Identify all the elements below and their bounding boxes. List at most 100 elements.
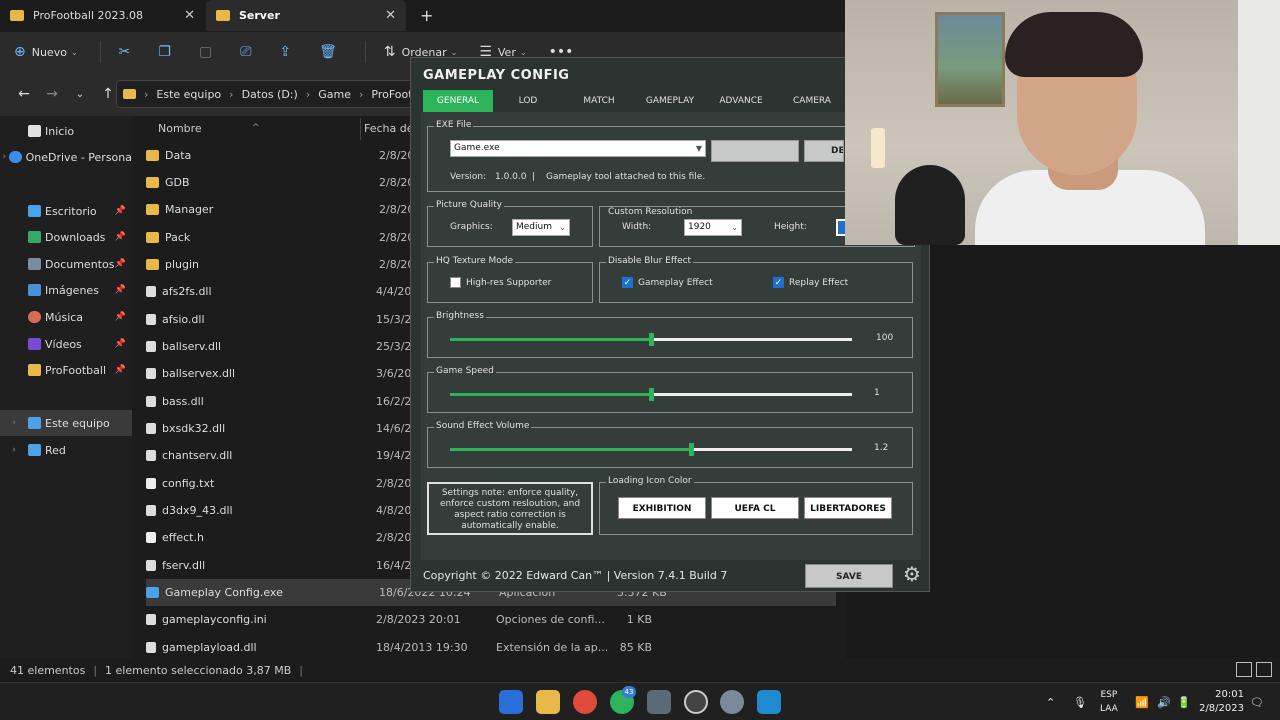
tab-general[interactable]: GENERAL (423, 90, 493, 112)
slider-thumb[interactable] (689, 443, 695, 456)
breadcrumb-item[interactable]: Game (318, 88, 351, 101)
sidebar-item-inicio[interactable]: Inicio (0, 118, 132, 144)
notification-icon[interactable]: 🗨 (1250, 683, 1264, 720)
file-name: Data (165, 149, 192, 162)
trash-icon: 🗑 (319, 44, 337, 60)
breadcrumb-item[interactable]: Este equipo (156, 88, 221, 101)
tiles-view-icon[interactable] (1256, 662, 1272, 677)
width-select[interactable]: 1920 ⌄ (684, 219, 742, 236)
gameplay-effect-checkbox[interactable]: ✓ (622, 277, 633, 288)
chrome-icon[interactable] (573, 690, 597, 714)
close-icon[interactable]: ✕ (184, 8, 195, 23)
breadcrumb-item[interactable]: Datos (D:) (242, 88, 298, 101)
sound-volume-slider[interactable] (450, 443, 852, 456)
new-button[interactable]: ⊕ Nuevo ⌄ (14, 44, 78, 60)
wifi-icon[interactable]: 📶 (1135, 683, 1149, 720)
expand-chevron-icon[interactable]: › (0, 152, 9, 162)
exhibition-button[interactable]: EXHIBITION (618, 497, 706, 519)
obs-icon[interactable] (684, 690, 708, 714)
gameplay-config-icon[interactable] (757, 690, 781, 714)
sidebar-item-musica[interactable]: Música 📌 (0, 304, 132, 330)
version-label: Version: (450, 172, 487, 182)
details-view-icon[interactable] (1236, 662, 1252, 677)
copy-button[interactable]: ❐ (158, 44, 177, 60)
rename-button[interactable]: ⎚ (240, 44, 257, 60)
download-icon (28, 231, 41, 243)
settings-icon[interactable] (720, 690, 744, 714)
table-row[interactable]: gameplayconfig.ini 2/8/2023 20:01 Opciones… (146, 606, 836, 633)
game-speed-slider[interactable] (450, 388, 852, 401)
table-row[interactable]: gameplayload.dll 18/4/2013 19:30 Extensión… (146, 634, 836, 661)
tab-profootball[interactable]: ProFootball 2023.08 ✕ (0, 0, 205, 31)
sidebar-item-imagenes[interactable]: Imágenes 📌 (0, 277, 132, 303)
exe-file-select[interactable]: Game.exe ▼ (450, 140, 706, 157)
tab-lod[interactable]: LOD (493, 90, 563, 112)
chevron-down-icon: ⌄ (70, 47, 78, 57)
group-title: HQ Texture Mode (434, 256, 516, 266)
tab-server[interactable]: Server ✕ (206, 0, 406, 31)
forward-arrow-icon[interactable]: → (38, 86, 66, 102)
sidebar-item-escritorio[interactable]: Escritorio 📌 (0, 198, 132, 224)
slider-thumb[interactable] (649, 388, 654, 401)
sidebar-item-downloads[interactable]: Downloads 📌 (0, 224, 132, 250)
tab-camera[interactable]: CAMERA (777, 90, 847, 112)
uefa-cl-button[interactable]: UEFA CL (711, 497, 799, 519)
breadcrumb[interactable]: › Este equipo › Datos (D:) › Game › ProF… (116, 80, 416, 108)
file-name: ballserv.dll (162, 340, 222, 353)
clock-time: 20:01 (1215, 689, 1244, 700)
replay-effect-checkbox[interactable]: ✓ (773, 277, 784, 288)
close-icon[interactable]: ✕ (385, 8, 396, 23)
pin-icon[interactable]: 📌 (115, 365, 126, 375)
app-icon[interactable] (647, 690, 671, 714)
delete-button[interactable]: 🗑 (319, 44, 343, 60)
sidebar-item-red[interactable]: › Red (0, 437, 132, 463)
column-header-name[interactable]: Nombre (158, 116, 202, 140)
libertadores-button[interactable]: LIBERTADORES (804, 497, 892, 519)
volume-icon[interactable]: 🔊 (1157, 683, 1171, 720)
paste-button[interactable]: ▢ (199, 44, 218, 60)
sidebar-item-profootball[interactable]: ProFootball 📌 (0, 357, 132, 383)
battery-icon[interactable]: 🔋 (1177, 683, 1191, 720)
chevron-up-icon[interactable]: ⌃ (1046, 683, 1055, 720)
dll-file-icon (146, 450, 156, 461)
sidebar-item-este-equipo[interactable]: › Este equipo (0, 410, 132, 436)
dll-file-icon (146, 505, 156, 516)
tab-advance[interactable]: ADVANCE (706, 90, 776, 112)
clock[interactable]: 20:01 2/8/2023 (1199, 688, 1244, 716)
microphone-icon[interactable]: 🎙 (1073, 683, 1087, 720)
pin-icon[interactable]: 📌 (115, 259, 126, 269)
back-arrow-icon[interactable]: ← (10, 86, 38, 102)
start-icon[interactable] (499, 690, 523, 714)
brightness-slider[interactable] (450, 333, 852, 346)
status-divider: | (299, 663, 303, 677)
save-button[interactable]: SAVE (805, 564, 893, 588)
tab-gameplay[interactable]: GAMEPLAY (635, 90, 705, 112)
sidebar-item-documentos[interactable]: Documentos 📌 (0, 251, 132, 277)
slider-thumb[interactable] (649, 333, 654, 346)
high-res-checkbox[interactable] (450, 277, 461, 288)
language-indicator[interactable]: ESP LAA (1100, 688, 1118, 716)
recent-chevron-icon[interactable]: ⌄ (66, 89, 94, 100)
cut-button[interactable]: ✂ (119, 44, 137, 60)
sort-icon: ⇅ (383, 44, 396, 60)
column-divider[interactable] (360, 118, 361, 140)
file-name: afsio.dll (162, 313, 205, 326)
sidebar-item-videos[interactable]: Vídeos 📌 (0, 331, 132, 357)
browse-button[interactable] (711, 140, 799, 162)
pin-icon[interactable]: 📌 (115, 312, 126, 322)
gear-icon[interactable]: ⚙ (903, 562, 921, 586)
pin-icon[interactable]: 📌 (115, 339, 126, 349)
pin-icon[interactable]: 📌 (115, 206, 126, 216)
pin-icon[interactable]: 📌 (115, 285, 126, 295)
sidebar-item-onedrive[interactable]: › OneDrive - Persona (0, 144, 133, 170)
pin-icon[interactable]: 📌 (115, 232, 126, 242)
graphics-select[interactable]: Medium ⌄ (512, 219, 570, 236)
share-button[interactable]: ⇪ (279, 44, 297, 60)
tab-match[interactable]: MATCH (564, 90, 634, 112)
new-tab-button[interactable]: + (420, 6, 433, 25)
file-explorer-icon[interactable] (536, 690, 560, 714)
expand-chevron-icon[interactable]: › (0, 418, 28, 428)
folder-icon (10, 10, 24, 21)
detect-button[interactable]: DE (804, 140, 844, 162)
expand-chevron-icon[interactable]: › (0, 445, 28, 455)
